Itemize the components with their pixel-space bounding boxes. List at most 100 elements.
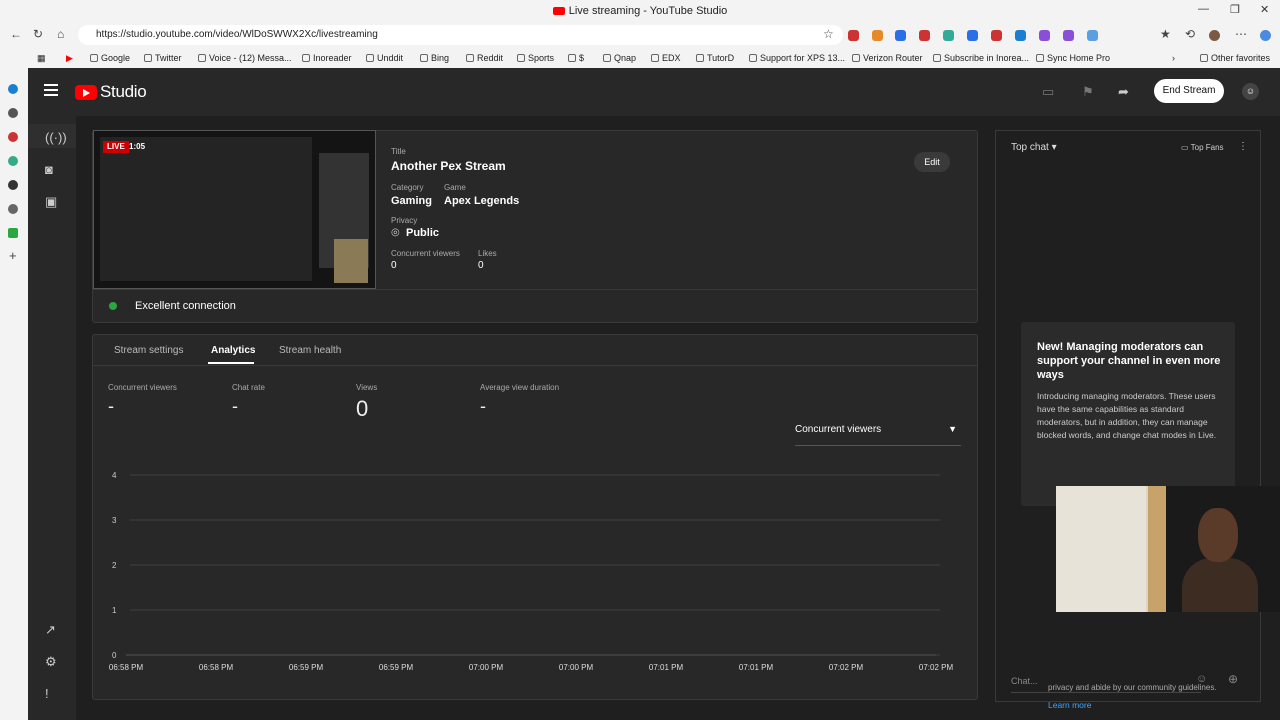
globe-icon: ◎ (391, 227, 400, 238)
favorite-star-icon[interactable]: ☆ (823, 27, 834, 41)
chat-input[interactable]: Chat... (1011, 671, 1201, 693)
extension-icon[interactable] (943, 30, 954, 41)
bookmark-item[interactable]: Voice - (12) Messa... (198, 53, 292, 63)
calendar-icon[interactable]: ▣ (45, 194, 57, 210)
browser-titlebar: Live streaming - YouTube Studio — ❐ ✕ (0, 0, 1280, 22)
extension-icon[interactable] (1039, 30, 1050, 41)
bookmark-youtube-icon[interactable]: ▶ (66, 53, 73, 64)
extension-icon[interactable] (8, 84, 18, 94)
game-label: Game (444, 183, 466, 192)
webcam-overlay (1056, 486, 1280, 612)
chevron-right-icon[interactable]: › (1172, 53, 1175, 63)
studio-logo[interactable]: Studio (75, 82, 147, 102)
end-stream-button[interactable]: End Stream (1154, 79, 1224, 103)
extension-icon[interactable] (967, 30, 978, 41)
bookmark-item[interactable]: $ (568, 53, 584, 63)
extension-icon[interactable] (1087, 30, 1098, 41)
extension-icon[interactable] (895, 30, 906, 41)
other-favorites[interactable]: Other favorites (1200, 53, 1270, 63)
browser-sidebar: + (0, 68, 28, 720)
bookmark-item[interactable]: Reddit (466, 53, 503, 63)
copilot-icon[interactable] (1260, 30, 1271, 41)
tab-analytics[interactable]: Analytics (211, 345, 255, 356)
menu-icon[interactable] (44, 84, 58, 96)
maximize-icon[interactable]: ❐ (1230, 3, 1240, 16)
bookmark-item[interactable]: Unddit (366, 53, 403, 63)
bookmark-item[interactable]: Sports (517, 53, 554, 63)
history-icon[interactable]: ⟲ (1185, 27, 1195, 41)
extension-icon[interactable] (1063, 30, 1074, 41)
metric-label: Views (356, 383, 378, 392)
bookmark-item[interactable]: Twitter (144, 53, 182, 63)
bookmark-item[interactable]: Support for XPS 13... (749, 53, 845, 63)
extension-icon[interactable] (1015, 30, 1026, 41)
x-tick-label: 07:00 PM (559, 663, 594, 672)
popout-icon[interactable]: ▭ (1042, 84, 1054, 100)
extension-icon[interactable] (8, 156, 18, 166)
stream-icon[interactable]: ((·)) (45, 130, 67, 145)
add-icon[interactable]: ⊕ (1228, 672, 1238, 686)
metric-label: Concurrent viewers (108, 383, 177, 392)
live-badge: LIVE (103, 141, 129, 153)
add-icon[interactable]: + (9, 248, 17, 263)
webcam-shelf (1148, 486, 1166, 612)
bookmark-item[interactable]: Sync Home Pro (1036, 53, 1110, 63)
feedback-icon[interactable]: ! (45, 686, 49, 701)
metric-value: - (480, 396, 486, 416)
extension-icon[interactable] (8, 180, 18, 190)
extension-icon[interactable] (8, 204, 18, 214)
extension-icon[interactable] (8, 132, 18, 142)
y-tick-label: 1 (112, 606, 117, 615)
bookmark-item[interactable]: Subscribe in Inorea... (933, 53, 1029, 63)
learn-more-link[interactable]: Learn more (1048, 700, 1091, 710)
metric-label: Chat rate (232, 383, 265, 392)
settings-gear-icon[interactable]: ⚙ (45, 654, 57, 670)
bookmark-item[interactable]: EDX (651, 53, 681, 63)
minimize-icon[interactable]: — (1198, 3, 1209, 15)
emoji-icon[interactable]: ☺ (1196, 673, 1207, 685)
divider (93, 289, 977, 290)
bookmark-item[interactable]: Qnap (603, 53, 636, 63)
bookmark-item[interactable]: Inoreader (302, 53, 352, 63)
bookmarks-bar: ▦ ▶ Google Twitter Voice - (12) Messa...… (0, 48, 1280, 68)
x-tick-label: 07:01 PM (649, 663, 684, 672)
stream-preview[interactable]: LIVE 1:05 (93, 130, 376, 289)
bookmark-icon[interactable]: ⚑ (1082, 84, 1094, 100)
extension-icon[interactable] (919, 30, 930, 41)
bookmark-item[interactable]: Google (90, 53, 130, 63)
home-icon[interactable]: ⌂ (57, 27, 64, 41)
studio-app: Studio ▭ ⚑ ➦ End Stream ☺ ((·)) ◙ ▣ ↗ ⚙ … (28, 68, 1280, 720)
extension-icon[interactable] (991, 30, 1002, 41)
extension-icon[interactable] (8, 228, 18, 238)
extension-icon[interactable] (848, 30, 859, 41)
tab-stream-health[interactable]: Stream health (279, 345, 341, 356)
studio-sidebar: ((·)) ◙ ▣ ↗ ⚙ ! (28, 116, 76, 720)
extension-icon[interactable] (8, 108, 18, 118)
bookmark-item[interactable]: Bing (420, 53, 449, 63)
bookmark-apps-icon[interactable]: ▦ (37, 53, 46, 64)
back-icon[interactable]: ← (10, 27, 22, 41)
top-chat-select[interactable]: Top chat ▾ (1011, 142, 1057, 153)
open-external-icon[interactable]: ↗ (45, 622, 56, 638)
account-avatar[interactable]: ☺ (1242, 83, 1259, 100)
more-options-icon[interactable]: ⋮ (1238, 141, 1248, 152)
top-fans-button[interactable]: ▭ Top Fans (1181, 143, 1224, 152)
close-icon[interactable]: ✕ (1260, 3, 1269, 16)
chart-metric-select[interactable]: Concurrent viewers ▼ (795, 424, 961, 446)
favorites-icon[interactable]: ★ (1160, 27, 1171, 41)
bookmark-item[interactable]: Verizon Router (852, 53, 923, 63)
edit-button[interactable]: Edit (914, 152, 950, 172)
bookmark-item[interactable]: TutorD (696, 53, 734, 63)
url-field[interactable]: https://studio.youtube.com/video/WlDoSWW… (78, 25, 843, 45)
x-tick-label: 06:59 PM (379, 663, 414, 672)
refresh-icon[interactable]: ↻ (33, 27, 43, 41)
tab-stream-settings[interactable]: Stream settings (114, 345, 183, 356)
extension-icon[interactable] (872, 30, 883, 41)
studio-topbar: Studio ▭ ⚑ ➦ End Stream ☺ (28, 68, 1280, 116)
profile-avatar[interactable] (1209, 30, 1220, 41)
share-icon[interactable]: ➦ (1118, 84, 1129, 100)
more-icon[interactable]: ⋯ (1235, 27, 1247, 41)
camera-icon[interactable]: ◙ (45, 162, 53, 177)
connection-status: Excellent connection (135, 300, 236, 312)
x-tick-label: 06:58 PM (199, 663, 234, 672)
